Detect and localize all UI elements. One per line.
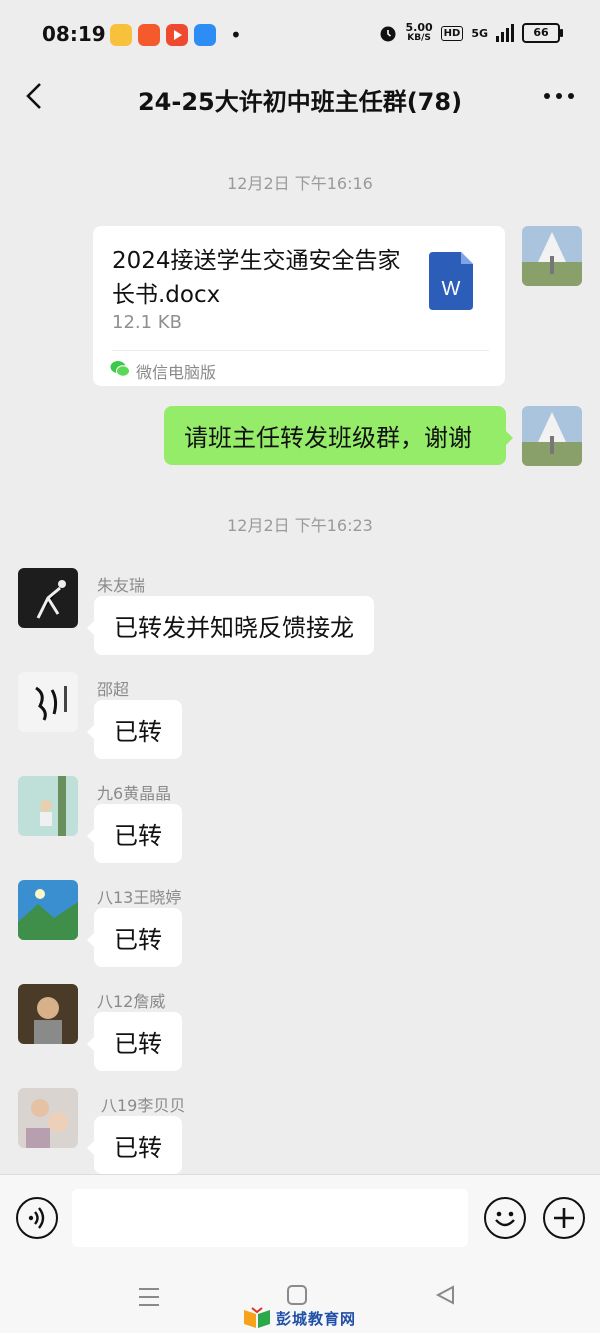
message-timestamp: 12月2日 下午16:16 (227, 174, 373, 193)
more-dots-icon (544, 93, 574, 99)
more-notifications-dot-icon: • (230, 23, 242, 47)
file-name: 2024接送学生交通安全告家长书.docx (112, 248, 401, 308)
member-text-message[interactable]: 已转 (87, 804, 182, 863)
word-document-icon: W (429, 252, 473, 310)
member-text-message[interactable]: 已转 (87, 1116, 182, 1174)
my-avatar[interactable] (522, 406, 582, 466)
net-speed-unit: KB/S (407, 33, 431, 43)
emoji-button[interactable] (484, 1197, 526, 1239)
network-speed: 5.00 KB/S (406, 22, 433, 44)
message-text: 已转 (114, 1133, 162, 1162)
message-text: 已转 (114, 926, 162, 954)
message-text: 已转发并知晓反馈接龙 (114, 614, 354, 642)
book-logo-icon (244, 1307, 270, 1328)
plus-icon (554, 1208, 574, 1228)
member-avatar[interactable] (18, 568, 78, 628)
message-input[interactable] (72, 1189, 468, 1247)
word-icon-letter: W (442, 278, 461, 300)
sender-name: 朱友瑞 (97, 576, 146, 595)
my-text-message[interactable]: 请班主任转发班级群，谢谢 (164, 406, 513, 465)
voice-icon (28, 1207, 45, 1229)
net-speed-value: 5.00 (405, 21, 433, 34)
more-options-button[interactable] (542, 74, 576, 122)
notes-app-icon (110, 24, 132, 46)
sender-name: 八13王晓婷 (97, 888, 182, 907)
member-avatar[interactable] (18, 984, 78, 1044)
my-avatar[interactable] (522, 226, 582, 286)
hd-badge: HD (440, 25, 464, 41)
site-watermark: 彭城教育网 (242, 1306, 356, 1330)
chat-header: 24-25大许初中班主任群(78) (0, 68, 600, 130)
message-timestamp: 12月2日 下午16:23 (227, 516, 373, 535)
back-triangle-icon[interactable] (434, 1284, 456, 1306)
home-icon[interactable] (286, 1284, 308, 1306)
battery-icon: 66 (522, 23, 563, 43)
member-avatar[interactable] (18, 1088, 78, 1148)
status-right: 5.00 KB/S HD 5G 66 (378, 22, 563, 44)
sender-name: 邵超 (97, 680, 130, 699)
wechat-logo-icon (110, 361, 130, 377)
message-text: 请班主任转发班级群，谢谢 (184, 424, 472, 452)
message-text: 已转 (114, 822, 162, 850)
message-text: 已转 (114, 1030, 162, 1058)
emoji-icon (495, 1211, 515, 1227)
member-avatar[interactable] (18, 776, 78, 836)
chat-input-bar (0, 1174, 600, 1265)
member-avatar[interactable] (18, 880, 78, 940)
chat-title: 24-25大许初中班主任群(78) (137, 88, 463, 116)
more-functions-button[interactable] (543, 1197, 585, 1239)
member-text-message[interactable]: 已转 (87, 908, 182, 967)
file-size: 12.1 KB (112, 312, 182, 333)
network-type: 5G (471, 26, 488, 40)
file-message-card[interactable]: 2024接送学生交通安全告家长书.docx 12.1 KB W 微信电脑版 (93, 226, 505, 386)
alarm-icon (380, 26, 395, 42)
member-text-message[interactable]: 已转 (87, 1012, 182, 1071)
status-time: 08:19 (42, 22, 106, 46)
message-text: 已转 (114, 718, 162, 746)
voice-input-button[interactable] (16, 1197, 58, 1239)
signal-icon (496, 24, 514, 42)
file-source-label: 微信电脑版 (136, 363, 217, 382)
play-app-icon (166, 24, 188, 46)
files-app-icon (194, 24, 216, 46)
member-text-message[interactable]: 已转 (87, 700, 182, 759)
status-bar: 08:19 • 5.00 KB/S HD 5G 66 (0, 0, 600, 68)
video-app-icon (138, 24, 160, 46)
member-avatar[interactable] (18, 672, 78, 732)
battery-level: 66 (533, 26, 549, 39)
sender-name: 九6黄晶晶 (97, 784, 172, 803)
sender-name: 八12詹威 (97, 992, 166, 1011)
sender-name: 八19李贝贝 (101, 1096, 186, 1115)
member-text-message[interactable]: 已转发并知晓反馈接龙 (87, 596, 374, 655)
file-card-divider (112, 350, 489, 351)
menu-icon[interactable] (137, 1286, 161, 1308)
watermark-text: 彭城教育网 (276, 1309, 357, 1328)
